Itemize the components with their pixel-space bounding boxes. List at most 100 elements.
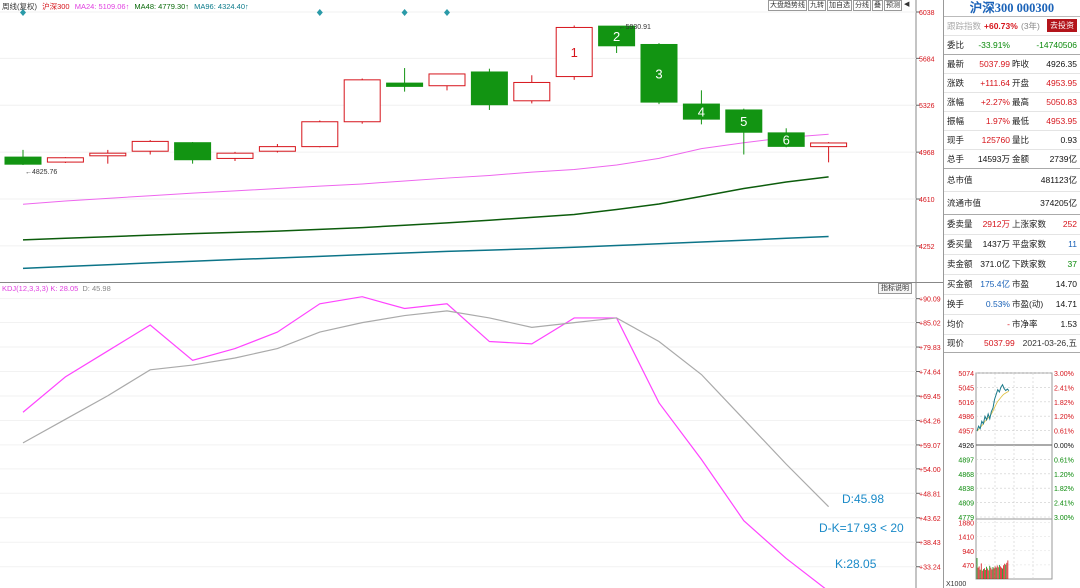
mini-right-tick: 0.00% [1054, 443, 1074, 450]
kdj-help-button[interactable]: 指标说明 [878, 283, 912, 294]
y-tick-label: +54.00 [919, 467, 941, 474]
chart-toolbar: 大盘趋势线 九转 加自选 分线 叠 预测 ◀ [768, 0, 910, 11]
mini-left-tick: 4868 [958, 472, 974, 479]
quote-row: 振幅 1.97% 最低 4953.95 [944, 112, 1080, 131]
candlestick-chart[interactable]: 6038 5684 5326 4968 4610 4252 1 2 3 4 5 6 ←5930.91 ←… [0, 0, 943, 282]
track-row: 跟踪指数 +60.73% (3年) 去投资 [944, 17, 1080, 36]
y-tick-label: +48.81 [919, 491, 941, 498]
kdj-label-d: D:45.98 [842, 492, 884, 506]
stat-label-2: 市盈 [1012, 279, 1030, 289]
mini-frame [975, 372, 1053, 580]
mv-label: 流通市值 [947, 198, 982, 208]
candle-body [46, 157, 84, 163]
stat-label: 买金额 [947, 279, 973, 289]
stat-row: 均价 - 市净率 1.53 [944, 315, 1080, 335]
mini-left-tick: 4926 [958, 443, 974, 450]
mini-left-tick: 4838 [958, 486, 974, 493]
y-tick-label: +85.02 [919, 321, 941, 328]
quote-value: -33.91% [978, 40, 1010, 50]
mini-right-tick: 0.61% [1054, 429, 1074, 436]
mini-right-tick: 3.00% [1054, 515, 1074, 522]
stat-label: 卖金额 [947, 259, 973, 269]
candle-body [174, 142, 212, 161]
mini-vol-tick: 470 [962, 563, 974, 570]
quote-label-2: 金额 [1012, 154, 1030, 164]
kdj-k-line [22, 296, 826, 588]
y-tick-label: +64.26 [919, 418, 941, 425]
stat-value: 175.4亿 [980, 279, 1010, 289]
stat-value: 0.53% [985, 299, 1010, 309]
candle-body [4, 156, 42, 165]
y-tick-label: +38.43 [919, 540, 941, 547]
stat-label: 委买量 [947, 239, 973, 249]
stat-value: - [1007, 319, 1010, 329]
quote-label: 总手 [947, 154, 965, 164]
stat-row: 卖金额 371.0亿 下跌家数 37 [944, 255, 1080, 275]
toolbar-trend-button[interactable]: 大盘趋势线 [768, 0, 807, 11]
stat-row: 换手 0.53% 市盈(动) 14.71 [944, 295, 1080, 315]
price-annotation: ←5930.91 [619, 24, 651, 31]
track-period: (3年) [1021, 21, 1040, 31]
quote-value: +2.27% [980, 97, 1010, 107]
quote-label: 振幅 [947, 116, 965, 126]
nine-turn-number: 1 [571, 45, 578, 60]
y-tick-label: 6038 [919, 10, 935, 17]
legend-period: 周线(复权) [2, 2, 37, 11]
mv-label: 总市值 [947, 175, 973, 185]
y-tick-label: 4610 [919, 197, 935, 204]
stat-value-2: 14.71 [1055, 299, 1077, 309]
legend-index: 沪深300 [42, 2, 70, 11]
mini-right-tick: 0.61% [1054, 457, 1074, 464]
stat-value-2: 11 [1068, 239, 1077, 249]
y-tick-label: +69.45 [919, 394, 941, 401]
mini-right-tick: 1.20% [1054, 472, 1074, 479]
quote-value-2: 0.93 [1060, 135, 1077, 145]
stat-row: 委卖量 2912万 上涨家数 252 [944, 215, 1080, 235]
quote-row: 现手 125760 量比 0.93 [944, 131, 1080, 150]
quote-value-2: 4953.95 [1046, 78, 1077, 88]
y-tick-label: 4252 [919, 244, 935, 251]
nine-turn-number: 5 [740, 114, 747, 129]
mini-left-tick: 4986 [958, 414, 974, 421]
stat-value: 2912万 [982, 219, 1010, 229]
toolbar-nine-turn-button[interactable]: 九转 [808, 0, 826, 11]
stat-label: 均价 [947, 319, 965, 329]
market-value-row: 总市值 481123亿 [944, 169, 1080, 192]
mini-right-tick: 3.00% [1054, 371, 1074, 378]
kdj-chart[interactable]: +90.09 +85.02 +79.83 +74.64 +69.45 +64.26 +59.… [0, 282, 943, 588]
now-price: 5037.99 [984, 338, 1015, 348]
nine-turn-number: 2 [613, 29, 620, 44]
quote-value-2: 2739亿 [1049, 154, 1077, 164]
invest-button[interactable]: 去投资 [1047, 19, 1077, 32]
quote-label: 涨跌 [947, 78, 965, 88]
track-value: +60.73% [984, 21, 1018, 31]
quote-panel: 沪深300 000300 跟踪指数 +60.73% (3年) 去投资 委比 -33… [943, 0, 1080, 588]
intraday-mini-chart[interactable]: 5074 3.00% 5045 2.41% 5016 1.82% 4986 1.20% 4957… [944, 369, 1080, 588]
mini-left-tick: 5045 [958, 385, 974, 392]
quote-value-2: 4953.95 [1046, 116, 1077, 126]
quote-row: 委比 -33.91% -14740506 [944, 36, 1080, 55]
toolbar-forecast-button[interactable]: 预测 [884, 0, 902, 11]
kdj-legend-d: D: 45.98 [82, 284, 111, 293]
mini-vol-tick: 1410 [958, 535, 974, 542]
y-tick-label: +33.24 [919, 565, 941, 572]
kdj-d-line [22, 310, 830, 508]
quote-value: 5037.99 [979, 59, 1010, 69]
stat-label-2: 平盘家数 [1012, 239, 1047, 249]
stat-row: 买金额 175.4亿 市盈 14.70 [944, 275, 1080, 295]
kdj-legend-k: KDJ(12,3,3,3) K: 28.05 [2, 284, 79, 293]
mini-right-tick: 1.82% [1054, 400, 1074, 407]
toolbar-add-favorite-button[interactable]: 加自选 [827, 0, 852, 11]
y-tick-label: 5326 [919, 103, 935, 110]
toolbar-prev-icon[interactable]: ◀ [903, 0, 910, 11]
mv-value: 481123亿 [1040, 175, 1077, 185]
mini-vol-tick: 1880 [958, 521, 974, 528]
stat-label: 换手 [947, 299, 965, 309]
candle-body [258, 146, 296, 152]
toolbar-minute-button[interactable]: 分线 [853, 0, 871, 11]
toolbar-overlay-button[interactable]: 叠 [872, 0, 883, 11]
y-tick-label: +90.09 [919, 297, 941, 304]
legend-ma48: MA48: 4779.30↑ [134, 2, 190, 11]
legend-ma24: MA24: 5109.06↑ [74, 2, 130, 11]
stat-label-2: 市净率 [1012, 319, 1038, 329]
